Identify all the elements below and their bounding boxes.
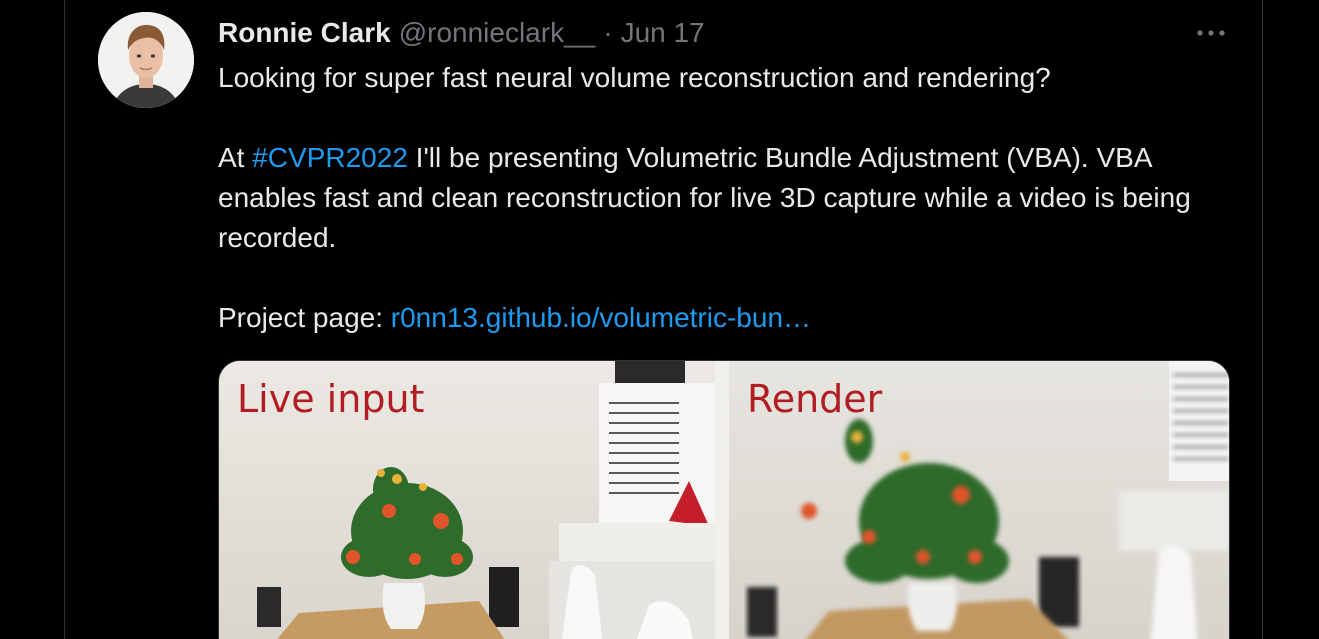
project-page-link[interactable]: r0nn13.github.io/volumetric-bun…	[391, 302, 811, 333]
header-separator: ·	[603, 17, 613, 48]
timeline-border-right	[1262, 0, 1263, 639]
live-input-panel: Live input	[219, 361, 715, 639]
tweet-media[interactable]: Live input Render	[218, 360, 1230, 639]
hashtag-link[interactable]: #CVPR2022	[252, 142, 408, 173]
author-handle[interactable]: @ronnieclark__	[399, 17, 596, 49]
more-horizontal-icon[interactable]	[1192, 20, 1232, 46]
tweet-date[interactable]: Jun 17	[621, 17, 705, 49]
live-input-label: Live input	[237, 377, 425, 421]
author-display-name[interactable]: Ronnie Clark	[218, 17, 391, 49]
render-label: Render	[747, 377, 883, 421]
tweet-text-prefix: At	[218, 142, 253, 173]
project-page-label: Project page:	[218, 302, 391, 333]
tweet-text-line: Looking for super fast neural volume rec…	[218, 62, 1051, 93]
render-panel: Render	[729, 361, 1229, 639]
project-page-line: Project page: r0nn13.github.io/volumetri…	[218, 298, 1248, 338]
tweet-body: Looking for super fast neural volume rec…	[218, 58, 1248, 338]
tweet-header: Ronnie Clark @ronnieclark__ · Jun 17	[218, 16, 705, 50]
tweet-text-paragraph: At #CVPR2022 I'll be presenting Volumetr…	[218, 138, 1248, 258]
media-divider	[715, 361, 729, 639]
author-avatar[interactable]	[98, 12, 194, 108]
timeline-border-left	[64, 0, 65, 639]
